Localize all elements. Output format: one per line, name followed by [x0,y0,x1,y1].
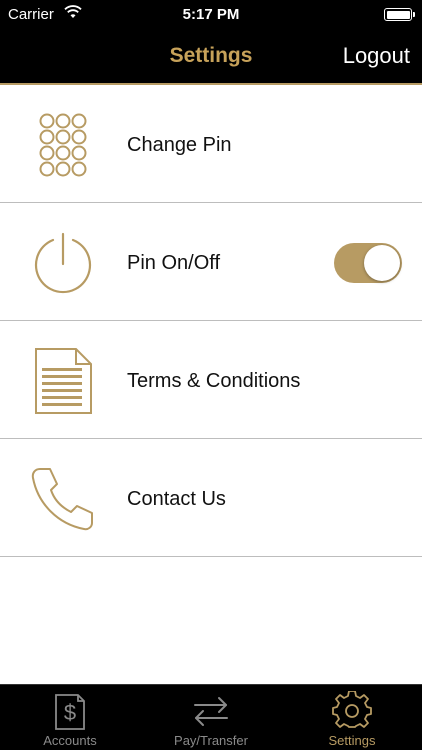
logout-button[interactable]: Logout [343,43,410,69]
tab-label: Accounts [43,733,97,748]
settings-list: Change Pin Pin On/Off Terms & Conditions… [0,85,422,557]
tab-accounts[interactable]: $ Accounts [0,685,140,750]
svg-text:$: $ [64,700,76,725]
settings-item-change-pin[interactable]: Change Pin [0,85,422,203]
pin-toggle-switch[interactable] [334,243,402,283]
dollar-document-icon: $ [55,694,85,730]
status-time: 5:17 PM [182,6,240,23]
transfer-arrows-icon [194,697,228,726]
tab-label: Pay/Transfer [174,733,248,748]
status-bar: Carrier 5:17 PM [0,0,422,30]
toggle-knob [364,245,400,281]
keypad-icon [39,113,87,177]
tab-label: Settings [328,733,376,748]
battery-icon [384,8,415,21]
power-icon [34,232,92,294]
settings-item-contact[interactable]: Contact Us [0,439,422,557]
settings-item-label: Terms & Conditions [127,370,301,392]
settings-item-label: Change Pin [127,134,232,156]
document-icon [35,348,92,414]
settings-item-label: Pin On/Off [127,252,221,274]
navigation-bar: Settings Logout [0,30,422,84]
settings-item-label: Contact Us [127,488,226,510]
gear-icon [332,691,372,728]
tab-pay-transfer[interactable]: Pay/Transfer [141,685,281,750]
settings-item-pin-toggle: Pin On/Off [0,203,422,321]
settings-item-terms[interactable]: Terms & Conditions [0,321,422,439]
phone-icon [31,468,93,531]
tab-bar: $ Accounts Pay/Transfer Settings [0,684,422,750]
top-bar: Carrier 5:17 PM Settings Logout [0,0,422,85]
tab-settings[interactable]: Settings [282,685,422,750]
